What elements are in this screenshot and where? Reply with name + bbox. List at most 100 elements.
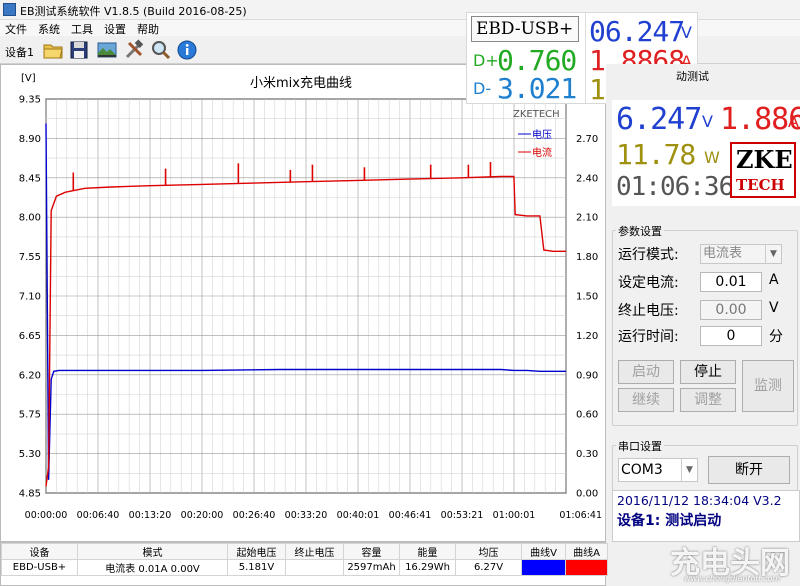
floppy-disk-icon [70,41,88,59]
continue-button[interactable]: 继续 [618,388,674,412]
y-left-tick-label: 7.55 [19,252,41,263]
status-line-2: 设备1: 测试启动 [617,513,722,529]
col-end-voltage[interactable]: 终止电压 [285,543,344,560]
chevron-down-icon: ▼ [765,245,781,263]
col-device[interactable]: 设备 [1,543,78,560]
status-log: 2016/11/12 18:34:04 V3.2 设备1: 测试启动 [612,490,800,542]
logo-line2: TECH [736,176,785,194]
y-right-tick-label: 0.00 [576,489,598,500]
cell-end-voltage [285,559,344,576]
chart-panel: 9.35 8.90 8.45 8.00 7.55 7.10 6.65 6.20 5.75 5.30… [0,64,606,542]
y-right-tick-label: 1.80 [576,252,598,263]
magnifier-icon [152,41,171,60]
charge-curve-chart: 9.35 8.90 8.45 8.00 7.55 7.10 6.65 6.20 5.75 5.30… [19,73,602,521]
right-panel: 动测试 6.247 V 1.886 A 11.78 W 01:06:36 ZKE… [606,64,800,542]
com-port-select[interactable]: COM3 ▼ [618,458,698,482]
cell-energy: 16.29Wh [399,559,456,576]
x-tick-label: 00:06:40 [77,510,120,521]
menu-help[interactable]: 帮助 [137,21,159,37]
run-mode-label: 运行模式: [618,247,679,263]
monitor-button[interactable]: 监测 [742,360,794,412]
live-voltage-unit: V [702,112,713,131]
col-mode[interactable]: 模式 [77,543,228,560]
stop-button[interactable]: 停止 [680,360,736,384]
end-voltage-label: 终止电压: [618,303,679,319]
x-tick-label: 00:26:40 [233,510,276,521]
end-voltage-input[interactable]: 0.00 [700,300,762,320]
watermark-url: www.chongdiantou.com [684,574,781,583]
menu-system[interactable]: 系统 [38,21,60,37]
com-port-value: COM3 [621,462,663,478]
params-group-title: 参数设置 [616,223,664,239]
y-right-tick-label: 0.60 [576,410,598,421]
y-left-tick-label: 8.00 [19,213,41,224]
x-tick-label: 00:40:01 [337,510,380,521]
site-watermark: 充电头网 www.chongdiantou.com [640,536,800,586]
y-right-tick-label: 1.50 [576,292,598,303]
x-tick-label: 00:53:21 [441,510,484,521]
y-left-tick-label: 6.20 [19,370,41,381]
meter-dminus-label: D- [473,79,492,98]
tab-auto-test[interactable]: 动测试 [676,68,709,84]
folder-icon [43,44,63,59]
live-voltage-value: 6.247 [616,102,702,137]
meter-brand: EBD-USB+ [476,19,574,39]
set-current-input[interactable]: 0.01 [700,272,762,292]
menu-settings[interactable]: 设置 [104,21,126,37]
run-mode-select[interactable]: 电流表 ▼ [700,244,782,264]
col-capacity[interactable]: 容量 [343,543,400,560]
disconnect-button[interactable]: 断开 [708,456,790,484]
x-tick-label: 00:00:00 [25,510,68,521]
info-icon [177,40,197,60]
chart-image-button[interactable] [96,39,118,61]
legend-current-label: 电流 [532,146,552,159]
results-table: 设备 模式 起始电压 终止电压 容量 能量 均压 曲线V 曲线A EBD-USB… [0,542,608,586]
meter-voltage-unit: V [681,23,692,42]
meter-dplus-label: D+ [473,51,499,70]
y-left-tick-label: 8.90 [19,134,41,145]
chart-watermark: ZKETECH [513,109,560,120]
y-right-tick-label: 0.30 [576,449,598,460]
cell-avg-voltage: 6.27V [455,559,522,576]
col-curve-v[interactable]: 曲线V [521,543,566,560]
serial-group-title: 串口设置 [616,438,664,454]
y-left-tick-label: 6.65 [19,331,41,342]
menu-file[interactable]: 文件 [5,21,27,37]
y-left-tick-label: 9.35 [19,95,41,106]
tools-button[interactable] [123,39,145,61]
col-start-voltage[interactable]: 起始电压 [227,543,286,560]
save-button[interactable] [68,39,90,61]
adjust-button[interactable]: 调整 [680,388,736,412]
cell-device: EBD-USB+ [1,559,78,576]
end-voltage-unit: V [769,300,779,316]
info-button[interactable] [176,39,198,61]
run-mode-value: 电流表 [703,246,743,261]
cell-curve-a-color[interactable] [565,559,608,576]
col-curve-a[interactable]: 曲线A [565,543,608,560]
col-energy[interactable]: 能量 [399,543,456,560]
x-tick-label: 00:46:41 [389,510,432,521]
logo-line1: ZKE [736,145,793,174]
menu-tools[interactable]: 工具 [71,21,93,37]
x-tick-label: 01:06:41 [559,510,602,521]
y-right-tick-label: 2.70 [576,134,598,145]
status-line-1: 2016/11/12 18:34:04 V3.2 [617,493,782,508]
y-left-tick-label: 4.85 [19,489,41,500]
open-folder-button[interactable] [42,39,64,61]
live-elapsed-time: 01:06:36 [616,172,734,202]
window-title: EB测试系统软件 V1.8.5 (Build 2016-08-25) [20,5,247,18]
search-button[interactable] [150,39,172,61]
picture-icon [97,42,117,58]
y-right-tick-label: 2.10 [576,213,598,224]
col-avg-voltage[interactable]: 均压 [455,543,522,560]
live-readout-panel: 6.247 V 1.886 A 11.78 W 01:06:36 ZKE TEC… [612,100,800,206]
x-tick-label: 00:33:20 [285,510,328,521]
run-time-input[interactable]: 0 [700,326,762,346]
cell-curve-v-color[interactable] [521,559,566,576]
meter-dminus-value: 3.021 [497,72,577,105]
table-header-row: 设备 模式 起始电压 终止电压 容量 能量 均压 曲线V 曲线A [1,543,608,560]
set-current-label: 设定电流: [618,275,679,291]
start-button[interactable]: 启动 [618,360,674,384]
table-row[interactable]: EBD-USB+ 电流表 0.01A 0.00V 5.181V 2597mAh … [1,559,608,576]
y-right-tick-label: 0.90 [576,370,598,381]
